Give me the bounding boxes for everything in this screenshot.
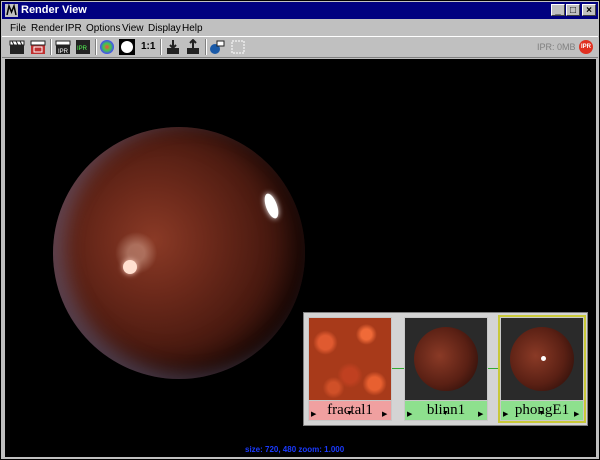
toolbar-separator [50,39,52,55]
port-right-icon[interactable]: ▶ [478,410,483,418]
remove-image-icon[interactable] [185,39,201,55]
menu-ipr[interactable]: IPR [65,23,82,34]
render-view-window: Render View _ □ × File Render IPR Option… [0,0,600,460]
swatch-node-phongE1[interactable]: phongE1 ▶ ▼ ▶ [498,315,586,423]
menu-options[interactable]: Options [86,23,120,34]
toolbar: IPR IPR 1:1 IPR: 0MB IPR [2,36,598,58]
menu-view[interactable]: View [122,23,144,34]
material-preview-sphere [414,327,478,391]
maximize-button[interactable]: □ [566,4,580,16]
port-down-icon[interactable]: ▼ [346,410,353,417]
specular-highlight-small [123,260,137,274]
swatch-thumbnail [501,318,583,400]
port-left-icon[interactable]: ▶ [407,410,412,418]
fractal-texture [309,318,391,400]
port-down-icon[interactable]: ▼ [538,410,545,417]
svg-text:IPR: IPR [58,49,69,55]
menu-file[interactable]: File [10,23,26,34]
camera-icon[interactable] [209,39,225,55]
toolbar-separator [95,39,97,55]
menu-help[interactable]: Help [182,23,203,34]
port-right-icon[interactable]: ▶ [574,410,579,418]
swatch-ports: ▶ ▼ ▶ [405,410,487,421]
image-size-zoom-label: size: 720, 480 zoom: 1.000 [245,445,345,454]
port-left-icon[interactable]: ▶ [311,410,316,418]
menu-bar: File Render IPR Options View Display Hel… [2,20,598,36]
minimize-button[interactable]: _ [551,4,565,16]
swatch-thumbnail [309,318,391,400]
white-circle-icon[interactable] [119,39,135,55]
toolbar-separator [205,39,207,55]
ipr-memory-status: IPR: 0MB [537,42,576,52]
maya-app-icon [5,4,18,17]
ipr-render-icon[interactable]: IPR [75,39,91,55]
ratio-1-1-button[interactable]: 1:1 [141,41,155,52]
menu-display[interactable]: Display [148,23,181,34]
sphere-rim-light [53,127,305,379]
close-button[interactable]: × [582,4,596,16]
snapshot-icon[interactable]: IPR [55,39,71,55]
swatch-thumbnail [405,318,487,400]
menu-render[interactable]: Render [31,23,64,34]
render-clapper-icon[interactable] [9,39,25,55]
swatch-panel: fractal1 ▶ ▼ ▶ blinn1 ▶ ▼ ▶ phongE1 ▶ ▼ … [303,312,588,426]
toolbar-separator [160,39,162,55]
title-bar[interactable]: Render View _ □ × [2,2,598,19]
connection-line [488,368,500,369]
swatch-node-fractal1[interactable]: fractal1 ▶ ▼ ▶ [308,317,392,421]
render-viewport[interactable]: fractal1 ▶ ▼ ▶ blinn1 ▶ ▼ ▶ phongE1 ▶ ▼ … [5,59,596,457]
ipr-badge-icon[interactable]: IPR [579,40,593,54]
svg-text:IPR: IPR [77,46,88,52]
region-box-icon[interactable] [230,39,246,55]
port-right-icon[interactable]: ▶ [382,410,387,418]
region-render-icon[interactable] [30,39,46,55]
window-title: Render View [21,4,87,16]
swatch-ports: ▶ ▼ ▶ [309,410,391,421]
port-left-icon[interactable]: ▶ [503,410,508,418]
color-ball-icon[interactable] [99,39,115,55]
connection-line [392,368,404,369]
swatch-ports: ▶ ▼ ▶ [501,410,583,421]
preview-highlight [541,356,546,361]
swatch-node-blinn1[interactable]: blinn1 ▶ ▼ ▶ [404,317,488,421]
port-down-icon[interactable]: ▼ [442,410,449,417]
keep-image-icon[interactable] [165,39,181,55]
